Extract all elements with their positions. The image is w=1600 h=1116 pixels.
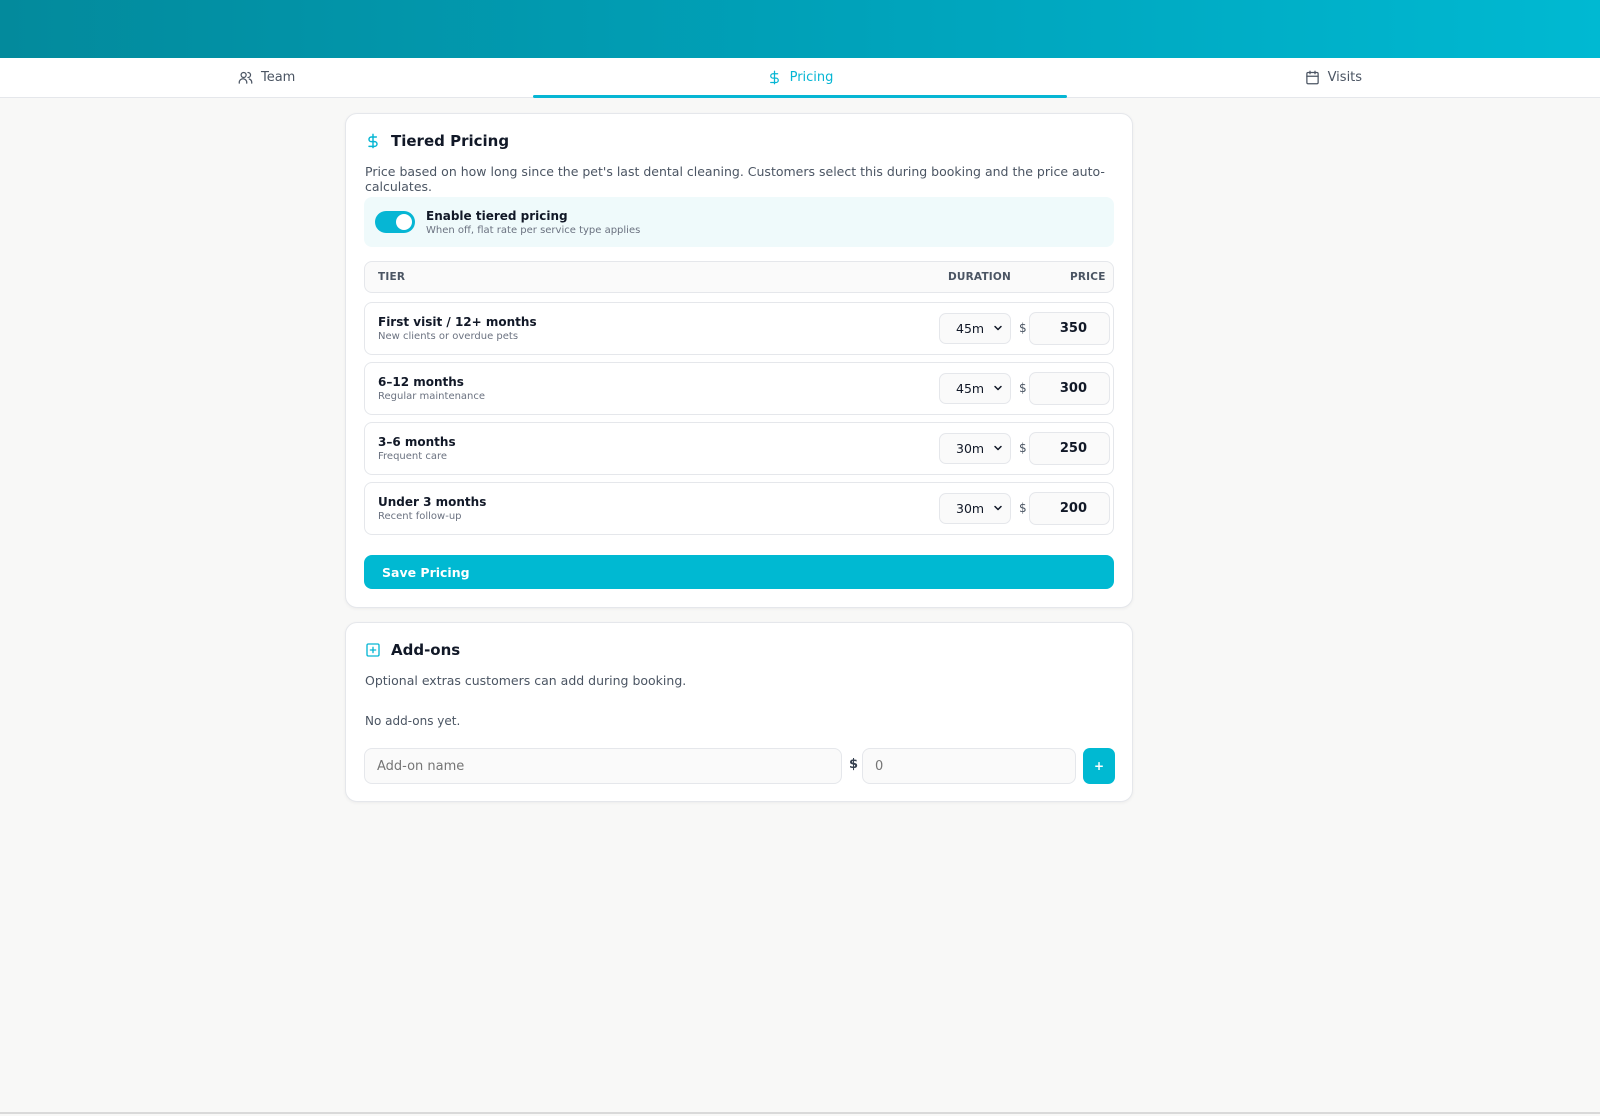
price-input[interactable]: 200 xyxy=(1029,492,1110,525)
addons-card: Add-ons Optional extras customers can ad… xyxy=(345,622,1133,802)
toggle-sublabel: When off, flat rate per service type app… xyxy=(426,224,641,236)
tier-subtitle: New clients or overdue pets xyxy=(378,331,519,342)
table-row: Under 3 months Recent follow-up 30m $ 20… xyxy=(364,482,1114,535)
dollar-icon xyxy=(368,133,378,149)
tab-visits[interactable]: Visits xyxy=(1067,58,1600,97)
header-banner xyxy=(0,0,1600,58)
currency-symbol: $ xyxy=(849,757,859,772)
tab-team-label: Team xyxy=(260,70,296,85)
table-row: First visit / 12+ months New clients or … xyxy=(364,302,1114,355)
duration-select[interactable]: 45m xyxy=(939,373,1011,404)
add-addon-button[interactable]: + xyxy=(1083,748,1115,784)
duration-value: 45m xyxy=(956,321,985,336)
users-icon xyxy=(238,71,253,84)
tier-subtitle: Regular maintenance xyxy=(378,391,486,402)
duration-select[interactable]: 30m xyxy=(939,493,1011,524)
calendar-icon xyxy=(1305,70,1319,85)
tier-subtitle: Recent follow-up xyxy=(378,511,462,522)
chevron-down-icon xyxy=(994,325,1002,331)
currency-symbol: $ xyxy=(1019,441,1027,455)
duration-select[interactable]: 45m xyxy=(939,313,1011,344)
tab-pricing[interactable]: Pricing xyxy=(533,58,1067,98)
tab-pricing-label: Pricing xyxy=(789,70,834,85)
currency-symbol: $ xyxy=(1019,321,1027,335)
tiered-pricing-toggle-row: Enable tiered pricing When off, flat rat… xyxy=(364,197,1114,247)
table-row: 6–12 months Regular maintenance 45m $ 30… xyxy=(364,362,1114,415)
addons-title: Add-ons xyxy=(365,641,460,659)
addon-price-input[interactable] xyxy=(862,748,1076,784)
tiered-pricing-title: Tiered Pricing xyxy=(365,132,509,150)
addon-name-input[interactable] xyxy=(364,748,842,784)
addons-empty-message: No add-ons yet. xyxy=(365,714,461,728)
tiered-pricing-heading: Tiered Pricing xyxy=(391,132,510,150)
table-row: 3–6 months Frequent care 30m $ 250 xyxy=(364,422,1114,475)
tier-name: 6–12 months xyxy=(378,375,464,389)
tab-team[interactable]: Team xyxy=(0,58,533,97)
bottom-divider xyxy=(0,1112,1600,1114)
toggle-label: Enable tiered pricing xyxy=(426,208,568,223)
enable-tiered-pricing-toggle[interactable] xyxy=(375,211,415,233)
currency-symbol: $ xyxy=(1019,501,1027,515)
tier-table-header: TIER DURATION PRICE xyxy=(364,261,1114,293)
duration-value: 30m xyxy=(956,501,985,516)
duration-value: 45m xyxy=(956,381,985,396)
tier-subtitle: Frequent care xyxy=(378,451,448,462)
column-header-duration: DURATION xyxy=(948,271,1012,283)
tier-name: First visit / 12+ months xyxy=(378,315,537,329)
tab-visits-label: Visits xyxy=(1327,70,1363,85)
chevron-down-icon xyxy=(994,445,1002,451)
tier-name: 3–6 months xyxy=(378,435,456,449)
toggle-text: Enable tiered pricing When off, flat rat… xyxy=(426,209,640,236)
chevron-down-icon xyxy=(994,505,1002,511)
plus-square-icon xyxy=(366,643,380,657)
tab-bar: Team Pricing Visits xyxy=(0,58,1600,98)
tiered-pricing-card: Tiered Pricing Price based on how long s… xyxy=(345,113,1133,608)
duration-value: 30m xyxy=(956,441,985,456)
tiered-pricing-description: Price based on how long since the pet's … xyxy=(365,164,1105,194)
save-pricing-button[interactable]: Save Pricing xyxy=(364,555,1114,589)
column-header-tier: TIER xyxy=(378,271,406,283)
currency-symbol: $ xyxy=(1019,381,1027,395)
chevron-down-icon xyxy=(994,385,1002,391)
dollar-icon xyxy=(769,70,779,85)
price-input[interactable]: 250 xyxy=(1029,432,1110,465)
column-header-price: PRICE xyxy=(1070,271,1106,283)
duration-select[interactable]: 30m xyxy=(939,433,1011,464)
addons-description: Optional extras customers can add during… xyxy=(365,673,687,688)
price-input[interactable]: 350 xyxy=(1029,312,1110,345)
addons-heading: Add-ons xyxy=(391,641,461,659)
price-input[interactable]: 300 xyxy=(1029,372,1110,405)
toggle-knob xyxy=(396,214,412,230)
tier-name: Under 3 months xyxy=(378,495,487,509)
